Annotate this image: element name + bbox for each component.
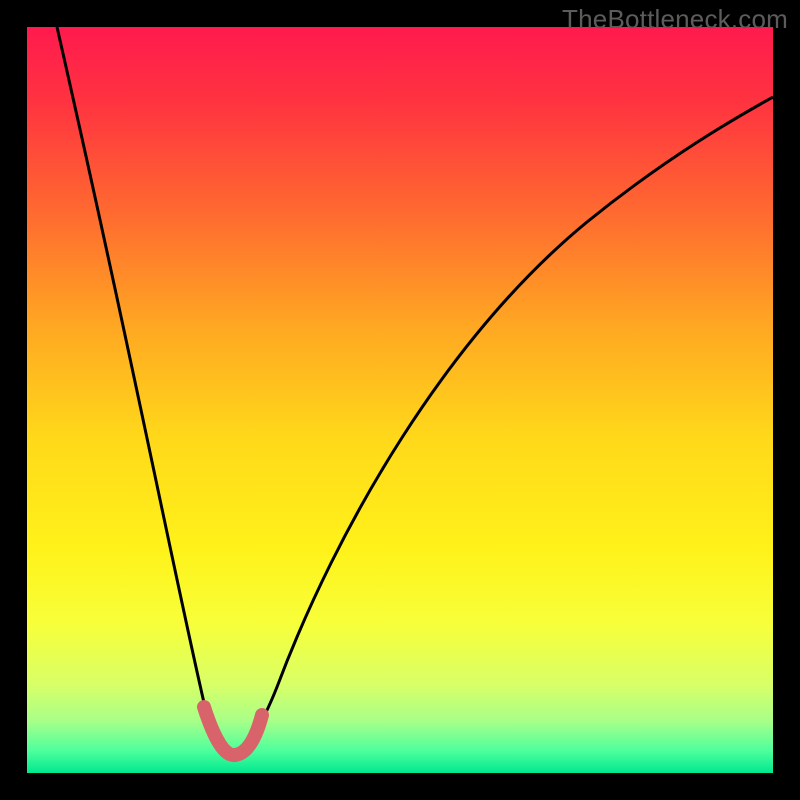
chart-curves bbox=[27, 27, 773, 773]
watermark-text: TheBottleneck.com bbox=[562, 4, 788, 35]
chart-frame bbox=[27, 27, 773, 773]
bottleneck-curve bbox=[57, 27, 773, 750]
highlight-trough bbox=[204, 707, 262, 755]
